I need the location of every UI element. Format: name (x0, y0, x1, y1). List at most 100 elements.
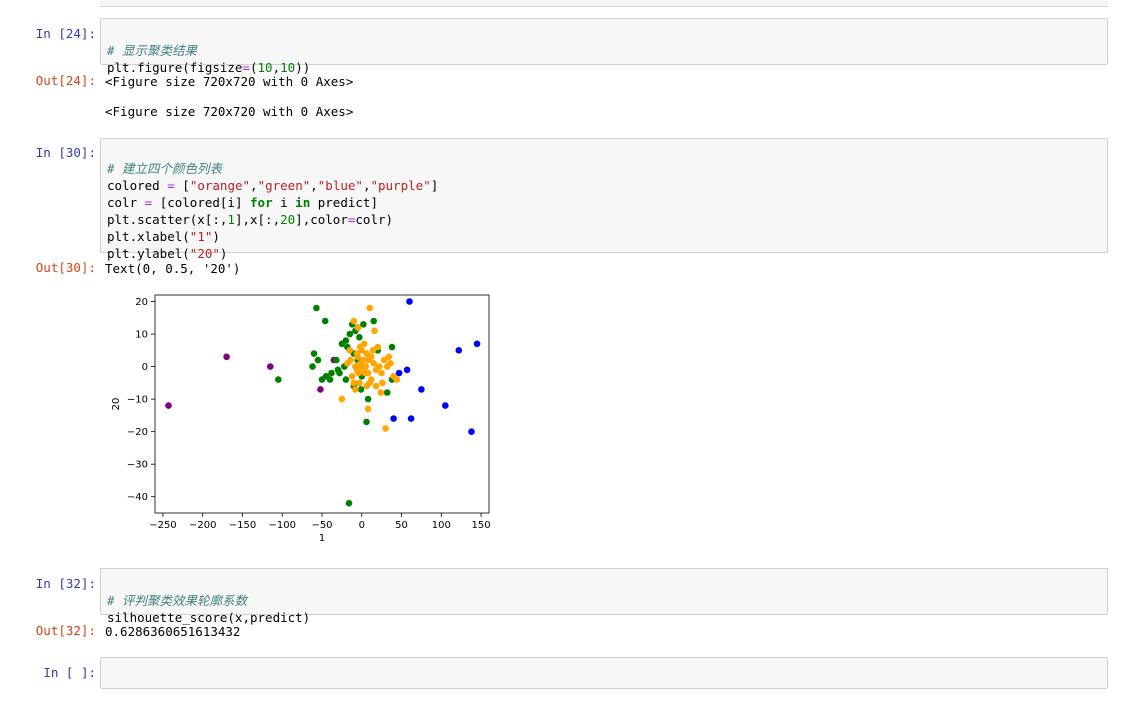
scatter-point-orange (363, 350, 370, 357)
x-tick-label: −200 (189, 520, 216, 531)
scatter-point-green (370, 317, 378, 325)
scatter-point-orange (379, 379, 386, 387)
output-text-30: Text(0, 0.5, '20') (105, 261, 241, 276)
output-text-32: 0.6286360651613432 (105, 624, 241, 639)
scatter-point-orange (350, 379, 358, 387)
x-tick-label: 0 (359, 520, 365, 531)
scatter-point-orange (385, 353, 393, 361)
input-prompt-empty: In [ ]: (43, 665, 96, 680)
scatter-point-orange (353, 350, 361, 357)
previous-output-strip: ^ ^ ^ ^ ^ ^ ^ ^ ^ ^ ^ ^ ^ ^ ^ ^ ^ ^ ^ ^ … (100, 0, 1108, 7)
code-cell-24[interactable]: # 显示聚类结果 plt.figure(figsize=(10,10)) (100, 18, 1108, 75)
output-text-24b: <Figure size 720x720 with 0 Axes> (105, 104, 354, 119)
x-tick-label: −100 (269, 520, 296, 531)
y-axis-label: 20 (111, 398, 122, 411)
x-axis-label: 1 (319, 533, 325, 544)
scatter-point-blue (403, 366, 411, 374)
x-ticks: −250 −200 −150 −100 −50 0 50 100 150 (149, 513, 491, 531)
scatter-point-blue (406, 298, 413, 305)
output-prompt-32: Out[32]: (35, 623, 96, 638)
scatter-point-purple (267, 363, 274, 370)
scatter-point-blue (395, 369, 403, 377)
input-prompt-30: In [30]: (35, 145, 96, 160)
scatter-point-orange (350, 317, 358, 325)
points-layer (165, 298, 481, 507)
y-tick-label: −20 (127, 427, 148, 438)
scatter-point-green (346, 330, 354, 338)
scatter-point-green (345, 499, 353, 507)
scatter-point-blue (418, 386, 425, 393)
scatter-point-orange (364, 356, 372, 364)
scatter-point-green (383, 389, 391, 396)
scatter-point-purple (223, 353, 230, 361)
scatter-point-orange (393, 376, 401, 383)
y-tick-label: −40 (127, 492, 148, 503)
scatter-point-green (356, 334, 363, 341)
scatter-point-green (321, 317, 329, 325)
scatter-point-orange (364, 405, 372, 413)
scatter-point-green (342, 337, 350, 344)
y-tick-label: 20 (135, 297, 148, 308)
code-comment: # 评判聚类效果轮廓系数 (107, 593, 248, 608)
scatter-point-orange (352, 386, 359, 393)
scatter-point-green (275, 376, 282, 383)
scatter-point-blue (468, 428, 475, 435)
code-cell-32[interactable]: # 评判聚类效果轮廓系数 silhouette_score(x,predict) (100, 568, 1108, 625)
code-cell-30[interactable]: # 建立四个颜色列表 colored = ["orange","green","… (100, 138, 1108, 261)
x-tick-label: 100 (432, 520, 451, 531)
scatter-point-green (364, 395, 372, 403)
scatter-point-orange (370, 360, 378, 367)
scatter-point-orange (344, 360, 351, 367)
y-tick-label: −30 (127, 460, 148, 471)
scatter-point-green (310, 350, 318, 357)
scatter-point-orange (387, 360, 394, 367)
scatter-point-orange (377, 389, 385, 396)
scatter-point-orange (360, 366, 367, 374)
scatter-point-blue (407, 415, 415, 422)
scatter-point-orange (366, 304, 374, 312)
scatter-point-orange (360, 340, 368, 348)
code-cell-empty[interactable] (100, 657, 1108, 689)
y-tick-label: 0 (142, 362, 148, 373)
scatter-point-green (313, 304, 320, 312)
scatter-point-orange (338, 395, 346, 403)
scatter-point-orange (356, 360, 364, 367)
output-text-24a: <Figure size 720x720 with 0 Axes> (105, 74, 354, 89)
scatter-point-orange (371, 327, 378, 335)
scatter-plot: −250 −200 −150 −100 −50 0 50 100 150 20100−10−20… (111, 294, 491, 544)
y-tick-label: 10 (135, 330, 148, 341)
scatter-point-green (360, 321, 367, 328)
plot-frame (154, 294, 490, 514)
scatter-point-green (333, 356, 340, 364)
scatter-point-green (309, 363, 316, 370)
scatter-point-purple (317, 386, 324, 393)
scatter-point-orange (378, 369, 385, 377)
scatter-point-blue (390, 415, 397, 422)
x-tick-label: −250 (149, 520, 176, 531)
x-tick-label: −150 (229, 520, 256, 531)
y-ticks: 20 10 0 −10 −20 −30 −40 (127, 297, 155, 503)
scatter-point-orange (354, 324, 362, 331)
scatter-point-blue (442, 402, 449, 409)
scatter-point-green (326, 376, 334, 383)
scatter-point-blue (455, 347, 463, 354)
scatter-point-green (363, 418, 370, 426)
scatter-point-green (314, 356, 322, 364)
scatter-point-blue (473, 340, 481, 348)
scatter-point-orange (372, 382, 380, 390)
scatter-point-orange (369, 347, 377, 354)
input-prompt-24: In [24]: (35, 26, 96, 41)
input-prompt-32: In [32]: (35, 576, 96, 591)
scatter-point-green (342, 376, 350, 383)
scatter-point-orange (346, 347, 354, 354)
scatter-point-orange (368, 376, 375, 383)
scatter-point-purple (165, 402, 172, 409)
code-comment: # 建立四个颜色列表 (107, 161, 223, 176)
code-comment: # 显示聚类结果 (107, 43, 198, 58)
scatter-point-orange (353, 366, 361, 374)
scatter-point-orange (348, 373, 356, 380)
scatter-point-green (388, 343, 396, 351)
scatter-point-orange (376, 363, 383, 370)
scatter-point-green (328, 369, 335, 377)
scatter-point-orange (382, 425, 389, 432)
